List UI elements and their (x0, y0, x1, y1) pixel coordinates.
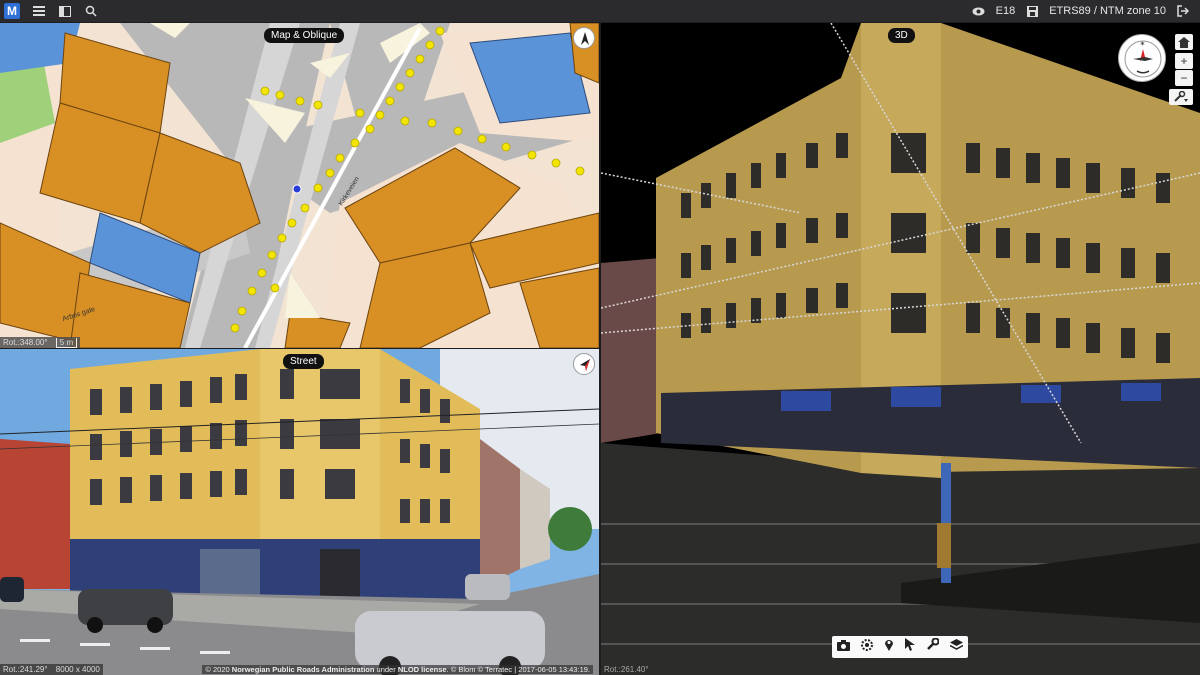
map-scale-bar: 5 m (55, 338, 78, 348)
map-canvas[interactable] (0, 23, 599, 348)
pole-base-cloud (937, 523, 951, 568)
credit-date: | 2017-06-05 13:43:19. (514, 665, 590, 674)
layers-icon[interactable] (949, 638, 963, 656)
top-bar: M E18 ETRS89 / NTM zone 10 (0, 0, 1200, 22)
shop-window (200, 549, 260, 599)
tools-button[interactable] (1169, 89, 1193, 105)
street-resolution: 8000 x 4000 (55, 665, 100, 674)
pane-3d[interactable]: 3D ✶ + − Rot.:261.40° (601, 23, 1200, 675)
shop-door (320, 549, 360, 599)
car-small (465, 574, 510, 600)
current-position-marker[interactable] (292, 184, 302, 194)
menu-icon[interactable] (32, 4, 46, 18)
credit-org[interactable]: Norwegian Public Roads Administration (232, 665, 375, 674)
map-rotation-readout: Rot.:348.00° 5 m (0, 337, 81, 348)
zoom-out-button[interactable]: − (1175, 70, 1193, 86)
cursor-icon[interactable] (904, 638, 915, 656)
credit-blom: . © Blom (446, 665, 476, 674)
traffic-island (285, 273, 320, 318)
home-button[interactable] (1175, 34, 1193, 50)
home-icon (1178, 36, 1190, 48)
gear-icon[interactable] (861, 638, 874, 656)
compass-icon: ✶ (1124, 40, 1162, 78)
wrench-icon[interactable] (926, 637, 940, 656)
logout-icon[interactable] (1176, 4, 1190, 18)
tree (548, 507, 592, 551)
street-photo[interactable] (0, 349, 599, 675)
car-left (0, 577, 24, 602)
camera-icon[interactable] (837, 638, 851, 656)
pane-3d-rotation: Rot.:261.40° (604, 665, 649, 674)
credit-license[interactable]: NLOD license (398, 665, 447, 674)
point-cloud-view[interactable] (601, 23, 1200, 675)
panel-toggle-icon[interactable] (58, 4, 72, 18)
compass-widget[interactable]: ✶ (1118, 34, 1166, 82)
search-icon[interactable] (84, 4, 98, 18)
map-pane[interactable]: Map & Oblique Rot.:348.00° 5 m Arbos gat… (0, 23, 599, 348)
credit-prefix: © 2020 (205, 665, 230, 674)
eye-icon[interactable] (972, 4, 986, 18)
toolbar-3d (832, 636, 968, 658)
distant-cloud-building (601, 258, 661, 443)
svg-text:✶: ✶ (1140, 40, 1146, 48)
street-north-arrow-icon[interactable] (573, 353, 595, 375)
red-building (0, 439, 75, 589)
wrench-dropdown-icon (1174, 91, 1188, 102)
street-rotation: Rot.:241.29° (3, 665, 48, 674)
credit-terratec: © Terratec (477, 665, 513, 674)
credit-under: under (376, 665, 396, 674)
zoom-level-label: E18 (995, 5, 1016, 17)
save-icon[interactable] (1025, 4, 1039, 18)
map-pane-title: Map & Oblique (264, 28, 345, 43)
street-pane-title: Street (283, 354, 324, 369)
street-pane[interactable]: Street Rot.:241.29° 8000 x 4000 © 2020 N… (0, 349, 599, 675)
app-logo[interactable]: M (4, 3, 20, 19)
zoom-in-button[interactable]: + (1175, 53, 1193, 69)
pane-3d-title: 3D (888, 28, 915, 43)
pin-icon[interactable] (884, 638, 894, 656)
street-credit: © 2020 Norwegian Public Roads Administra… (202, 665, 593, 674)
map-north-arrow-icon[interactable] (573, 27, 595, 49)
crs-label[interactable]: ETRS89 / NTM zone 10 (1049, 5, 1166, 17)
street-info-readout: Rot.:241.29° 8000 x 4000 (0, 664, 103, 675)
map-rotation: Rot.:348.00° (3, 338, 48, 347)
